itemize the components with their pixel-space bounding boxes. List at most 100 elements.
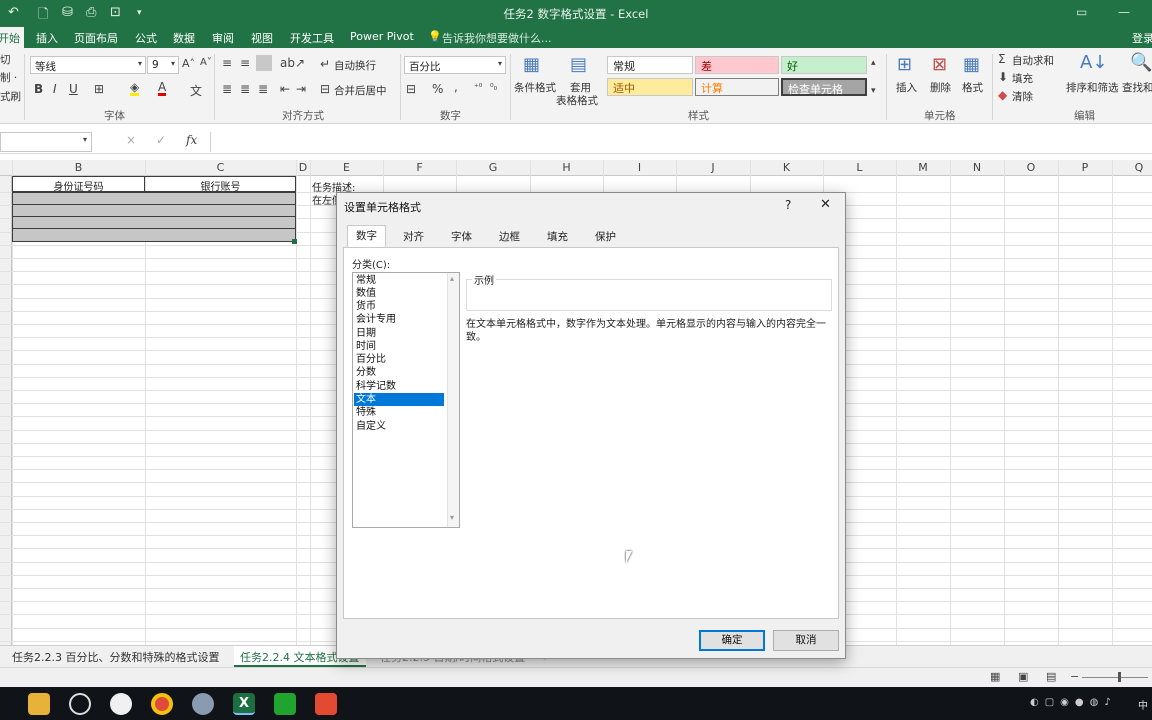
column-header-g[interactable]: G (456, 161, 530, 174)
style-bad[interactable]: 差 (695, 56, 779, 74)
page-layout-view-icon[interactable]: ▣ (1018, 670, 1028, 683)
zoom-out-icon[interactable]: − (1070, 670, 1079, 683)
tab-page-layout[interactable]: 页面布局 (74, 30, 118, 46)
merge-center-button[interactable]: 合并后居中 (334, 83, 387, 98)
font-size-combo[interactable]: 9 ▾ (147, 56, 179, 74)
cancel-button[interactable]: 取消 (773, 630, 839, 651)
number-format-combo[interactable]: 百分比 ▾ (404, 56, 506, 74)
list-item[interactable]: 自定义 (354, 420, 444, 433)
system-tray-icons[interactable]: ◐▢◉●◍♪ (1030, 697, 1117, 708)
list-item[interactable]: 时间 (354, 340, 444, 353)
column-header-b[interactable]: B (12, 161, 145, 174)
style-normal[interactable]: 常规 (607, 56, 693, 74)
shrink-font-icon[interactable]: A˅ (200, 57, 212, 68)
tab-home[interactable]: 开始 (0, 27, 24, 48)
format-button[interactable]: 格式 (962, 80, 983, 95)
style-calculation[interactable]: 计算 (695, 78, 779, 96)
fill-handle[interactable] (292, 239, 297, 244)
column-header-j[interactable]: J (676, 161, 750, 174)
style-good[interactable]: 好 (781, 56, 867, 74)
clear-button[interactable]: 清除 (1012, 89, 1033, 104)
sort-filter-button[interactable]: 排序和筛选 (1066, 80, 1119, 95)
phonetic-icon[interactable]: 文 (190, 82, 202, 99)
scroll-down-icon[interactable]: ▾ (450, 513, 454, 522)
tab-formulas[interactable]: 公式 (135, 30, 157, 46)
ribbon-display-icon[interactable]: ▭ (1076, 5, 1087, 19)
format-painter-button[interactable]: 式刷 (0, 89, 21, 104)
tab-fill[interactable]: 填充 (539, 227, 576, 247)
normal-view-icon[interactable]: ▦ (990, 670, 1000, 683)
italic-button[interactable]: I (53, 82, 57, 96)
category-scrollbar[interactable]: ▴ ▾ (447, 273, 459, 527)
column-header-l[interactable]: L (823, 161, 896, 174)
styles-more-icon[interactable]: ▾ (871, 86, 876, 96)
help-button[interactable]: ? (785, 198, 791, 212)
cell-b-header[interactable]: 身份证号码 (12, 178, 145, 193)
name-box[interactable]: ▾ (0, 132, 92, 152)
list-item[interactable]: 日期 (354, 327, 444, 340)
font-name-combo[interactable]: 等线 ▾ (30, 56, 146, 74)
increase-decimal-icon[interactable]: ⁺⁰ (474, 83, 482, 93)
conditional-format-button[interactable]: 条件格式 (514, 80, 556, 95)
photos-icon[interactable] (110, 693, 132, 715)
column-header-n[interactable]: N (950, 161, 1004, 174)
column-header-p[interactable]: P (1058, 161, 1112, 174)
tab-border[interactable]: 边框 (491, 227, 528, 247)
cut-button[interactable]: 切 (0, 52, 11, 67)
list-item[interactable]: 数值 (354, 287, 444, 300)
tab-review[interactable]: 审阅 (212, 30, 234, 46)
sheet-tab-percent[interactable]: 任务2.2.3 百分比、分数和特殊的格式设置 (12, 649, 219, 665)
delete-button[interactable]: 删除 (930, 80, 951, 95)
bold-button[interactable]: B (34, 82, 43, 96)
camtasia-icon[interactable] (274, 693, 296, 715)
list-item[interactable]: 货币 (354, 300, 444, 313)
list-item[interactable]: 特殊 (354, 406, 444, 419)
chrome-icon[interactable] (151, 693, 173, 715)
align-middle-icon[interactable]: ≡ (240, 56, 250, 70)
align-left-icon[interactable]: ≣ (222, 82, 232, 96)
tab-view[interactable]: 视图 (251, 30, 273, 46)
column-header-d[interactable]: D (296, 161, 310, 174)
zoom-slider-thumb[interactable] (1118, 672, 1121, 682)
tab-protection[interactable]: 保护 (587, 227, 624, 247)
list-item-selected[interactable]: 文本 (354, 393, 444, 406)
tab-number[interactable]: 数字 (347, 225, 386, 248)
list-item[interactable]: 百分比 (354, 353, 444, 366)
tab-developer[interactable]: 开发工具 (290, 30, 334, 46)
column-header-f[interactable]: F (383, 161, 456, 174)
app-icon-2[interactable] (192, 693, 214, 715)
column-header-m[interactable]: M (896, 161, 950, 174)
scroll-up-icon[interactable]: ▴ (450, 274, 454, 283)
orientation-icon[interactable]: ab↗ (280, 56, 305, 70)
minimize-icon[interactable]: — (1118, 5, 1130, 19)
tab-font[interactable]: 字体 (443, 227, 480, 247)
align-bottom-icon[interactable] (256, 55, 272, 71)
tab-alignment[interactable]: 对齐 (395, 227, 432, 247)
enter-icon[interactable]: ✓ (156, 133, 166, 147)
tell-me-search[interactable]: 告诉我你想要做什么... (442, 30, 552, 46)
insert-button[interactable]: 插入 (896, 80, 917, 95)
column-header-o[interactable]: O (1004, 161, 1058, 174)
tab-power-pivot[interactable]: Power Pivot (350, 30, 414, 43)
cancel-icon[interactable]: × (126, 133, 136, 147)
font-color-icon[interactable]: A (158, 81, 167, 96)
tab-data[interactable]: 数据 (173, 30, 195, 46)
decrease-indent-icon[interactable]: ⇤ (280, 82, 290, 96)
list-item[interactable]: 分数 (354, 366, 444, 379)
increase-indent-icon[interactable]: ⇥ (296, 82, 306, 96)
sign-in-link[interactable]: 登录 (1132, 30, 1152, 46)
find-select-button[interactable]: 查找和 (1122, 80, 1152, 95)
column-header-q[interactable]: Q (1112, 161, 1152, 174)
underline-button[interactable]: U (69, 82, 78, 96)
style-neutral[interactable]: 适中 (607, 78, 693, 96)
column-header-i[interactable]: I (603, 161, 676, 174)
column-header-k[interactable]: K (750, 161, 823, 174)
comma-button[interactable]: , (454, 80, 458, 94)
align-top-icon[interactable]: ≡ (222, 56, 232, 70)
style-check-cell[interactable]: 检查单元格 (781, 78, 867, 96)
list-item[interactable]: 常规 (354, 274, 444, 287)
close-icon[interactable]: ✕ (820, 197, 831, 212)
format-as-table-button-2[interactable]: 表格格式 (556, 93, 598, 108)
fill-color-icon[interactable]: ◈ (130, 81, 140, 96)
styles-scroll-up-icon[interactable]: ▴ (871, 58, 876, 68)
